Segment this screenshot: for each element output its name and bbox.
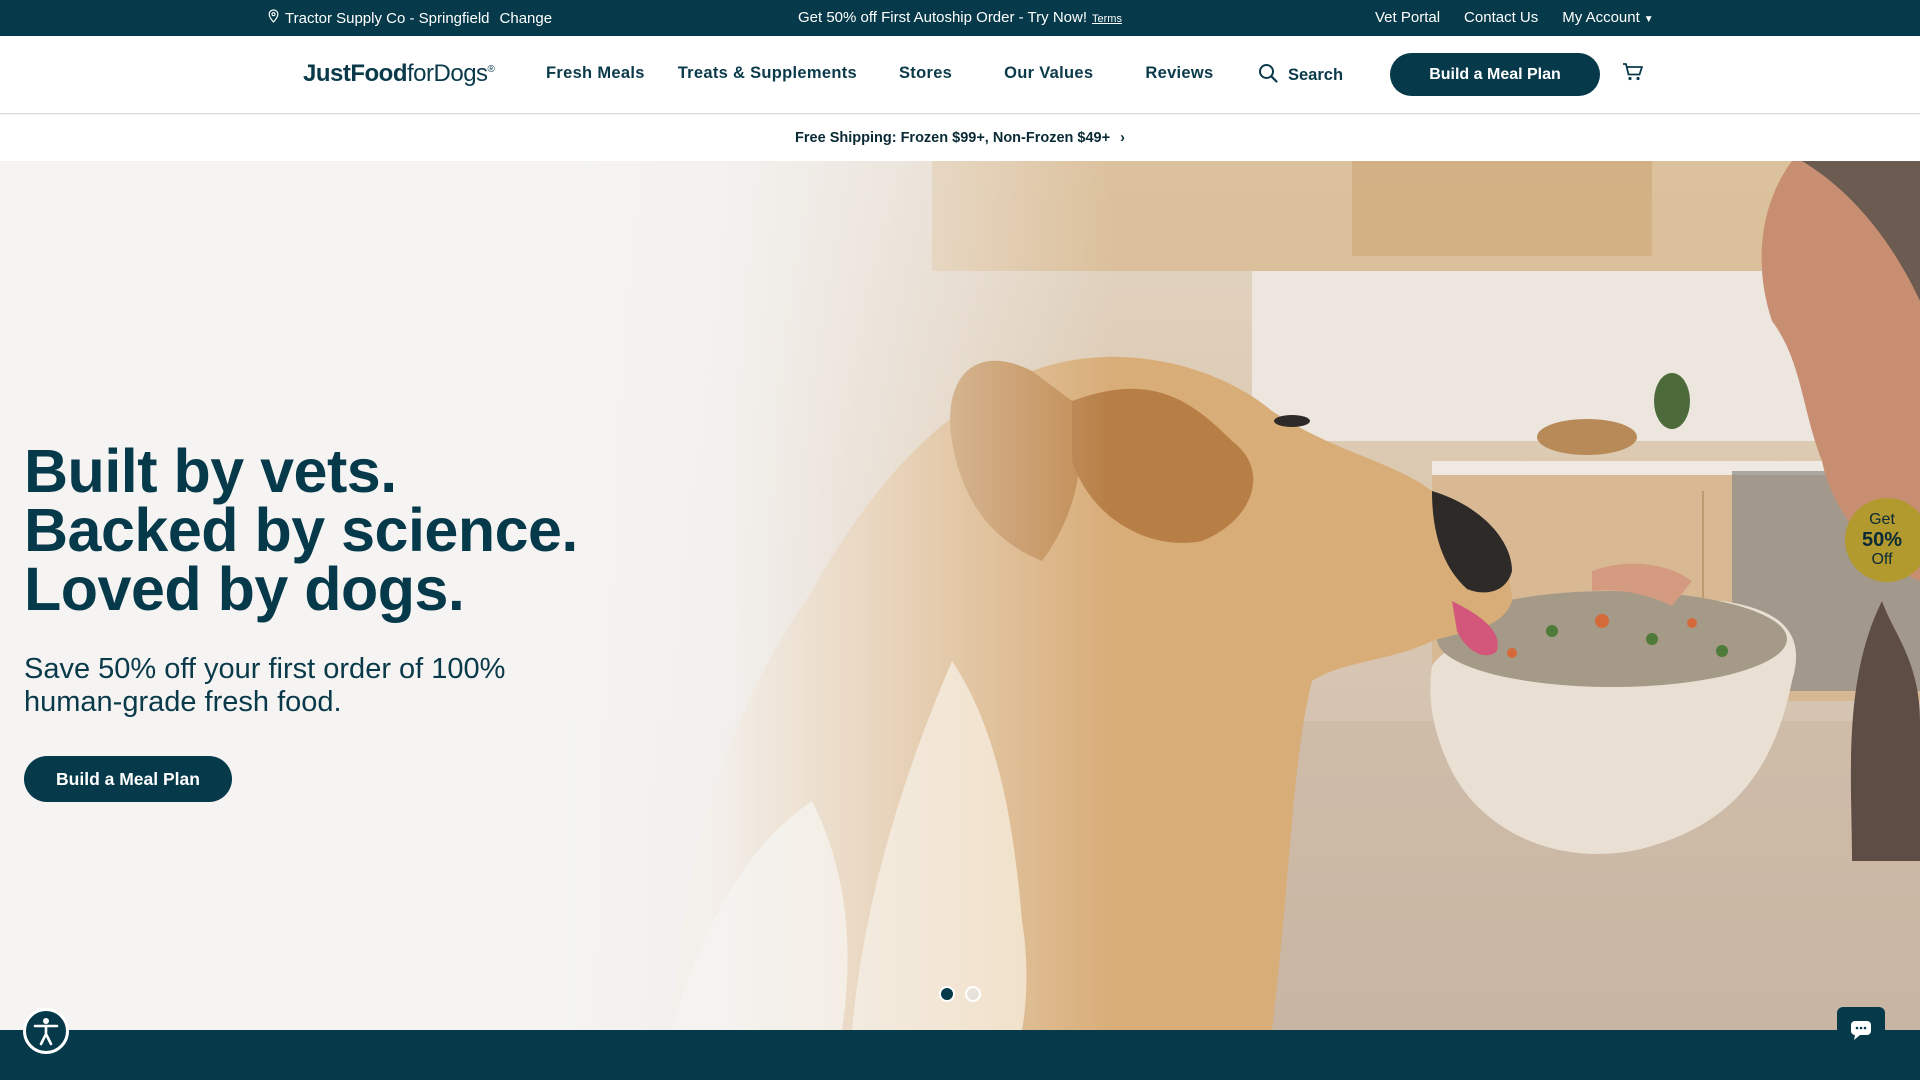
carousel-pagination (939, 986, 981, 1002)
carousel-dot-1[interactable] (939, 986, 955, 1002)
search-label: Search (1288, 66, 1344, 84)
promo-text[interactable]: Get 50% off First Autoship Order - Try N… (798, 9, 1087, 26)
headline-line-2: Backed by science. (24, 496, 578, 564)
chevron-right-icon: › (1120, 130, 1125, 146)
contact-us-link[interactable]: Contact Us (1464, 9, 1538, 26)
vet-portal-link[interactable]: Vet Portal (1375, 9, 1440, 26)
accessibility-icon[interactable] (23, 1008, 69, 1054)
top-bar: Tractor Supply Co - Springfield Change G… (0, 0, 1920, 36)
store-name: Tractor Supply Co - Springfield (285, 9, 490, 27)
badge-off: Off (1871, 551, 1893, 568)
headline-line-1: Built by vets. (24, 437, 397, 505)
my-account-menu[interactable]: My Account ▼ (1562, 9, 1653, 26)
logo-light-text: forDogs (407, 60, 488, 87)
logo-bold-text: JustFood (303, 60, 408, 87)
search-button[interactable]: Search (1258, 63, 1343, 88)
store-location[interactable]: Tractor Supply Co - Springfield Change (268, 9, 552, 27)
location-pin-icon (268, 9, 279, 27)
search-icon (1258, 63, 1278, 88)
get-50-off-badge[interactable]: Get 50% Off (1845, 498, 1920, 582)
chat-icon[interactable] (1837, 1007, 1885, 1053)
badge-get: Get (1869, 511, 1895, 528)
build-meal-plan-hero-button[interactable]: Build a Meal Plan (24, 756, 232, 802)
free-shipping-banner[interactable]: Free Shipping: Frozen $99+, Non-Frozen $… (0, 115, 1920, 161)
carousel-dot-2[interactable] (965, 986, 981, 1002)
hero-subheadline: Save 50% off your first order of 100% hu… (24, 653, 506, 718)
footer-strip (0, 1030, 1920, 1080)
nav-link-stores[interactable]: Stores (899, 64, 952, 83)
nav-link-treats-supplements[interactable]: Treats & Supplements (678, 64, 857, 83)
site-logo[interactable]: JustFoodforDogs® (303, 60, 495, 88)
nav-link-fresh-meals[interactable]: Fresh Meals (546, 64, 645, 83)
build-meal-plan-nav-button[interactable]: Build a Meal Plan (1390, 53, 1600, 96)
terms-link[interactable]: Terms (1092, 13, 1122, 25)
free-shipping-text: Free Shipping: Frozen $99+, Non-Frozen $… (795, 130, 1111, 146)
main-nav: JustFoodforDogs® Fresh Meals Treats & Su… (0, 36, 1920, 114)
change-store-link[interactable]: Change (500, 10, 553, 27)
my-account-label: My Account (1562, 9, 1640, 26)
cart-icon[interactable] (1622, 62, 1644, 87)
hero-headline: Built by vets. Backed by science. Loved … (24, 437, 578, 623)
badge-percent: 50% (1861, 529, 1903, 551)
hero-section: Built by vets. Backed by science. Loved … (0, 161, 1920, 1030)
headline-line-3: Loved by dogs. (24, 555, 465, 623)
logo-registered-mark: ® (487, 64, 495, 75)
nav-link-our-values[interactable]: Our Values (1004, 64, 1093, 83)
promo-banner[interactable]: Get 50% off First Autoship Order - Try N… (798, 9, 1122, 26)
caret-down-icon: ▼ (1643, 14, 1654, 25)
utility-links: Vet Portal Contact Us My Account ▼ (1375, 9, 1654, 26)
nav-links: Fresh Meals Treats & Supplements Stores … (546, 64, 1247, 83)
hero-image-fade (552, 161, 1112, 1030)
nav-link-reviews[interactable]: Reviews (1145, 64, 1213, 83)
